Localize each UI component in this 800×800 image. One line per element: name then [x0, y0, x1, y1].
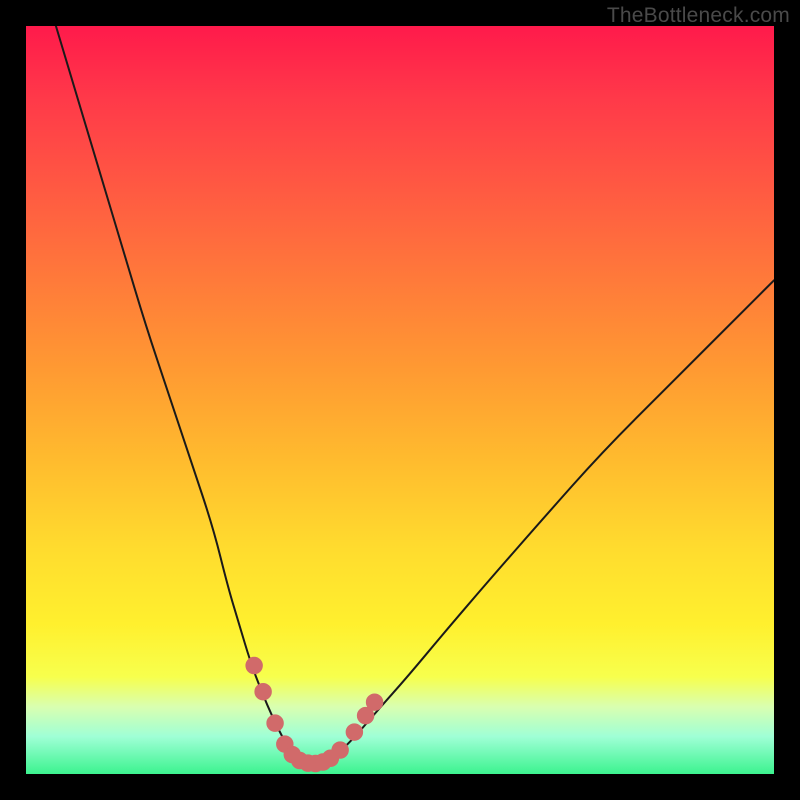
watermark-text: TheBottleneck.com — [607, 4, 790, 28]
curve-marker — [255, 683, 271, 699]
chart-frame: TheBottleneck.com — [0, 0, 800, 800]
curve-marker — [267, 715, 283, 731]
curve-markers — [246, 657, 383, 771]
bottleneck-curve — [56, 26, 774, 763]
curve-marker — [346, 724, 362, 740]
curve-marker — [366, 694, 382, 710]
curve-svg — [26, 26, 774, 774]
plot-area — [26, 26, 774, 774]
curve-marker — [246, 657, 262, 673]
curve-marker — [332, 742, 348, 758]
